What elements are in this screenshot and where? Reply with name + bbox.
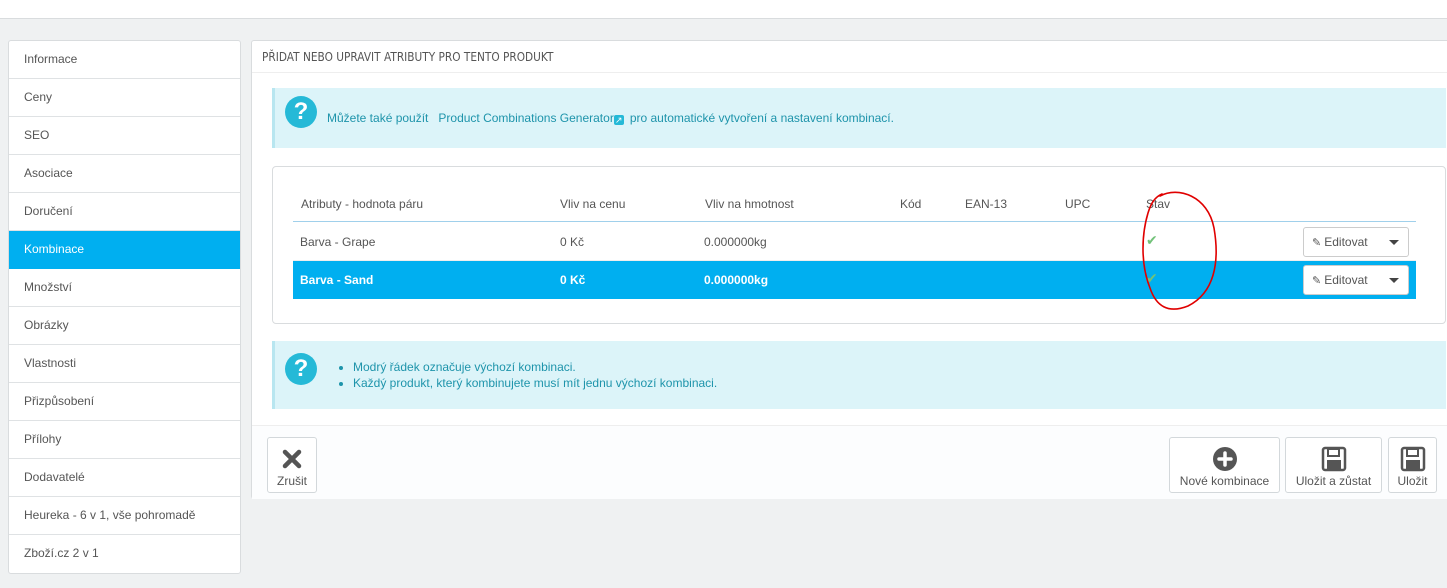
header-upc: UPC <box>1065 197 1091 211</box>
plus-circle-icon <box>1170 444 1279 474</box>
table-row[interactable]: Barva - Grape 0 Kč 0.000000kg ✔ ✎ Editova… <box>293 223 1416 261</box>
info-text-after: pro automatické vytvoření a nastavení ko… <box>629 111 894 125</box>
header-attributes: Atributy - hodnota páru <box>301 197 424 211</box>
sidebar-item-obrazky[interactable]: Obrázky <box>9 307 240 345</box>
floppy-disk-icon <box>1389 444 1436 474</box>
save-button-label: Uložit <box>1397 474 1428 488</box>
new-combination-label: Nové kombinace <box>1179 474 1270 488</box>
edit-button-label: Editovat <box>1324 273 1368 287</box>
sidebar-item-dodavatele[interactable]: Dodavatelé <box>9 459 240 497</box>
cell-price-impact: 0 Kč <box>560 273 586 287</box>
sidebar-item-seo[interactable]: SEO <box>9 117 240 155</box>
info-alert-generator: ? Můžete také použít Product Combinations… <box>272 88 1446 148</box>
info-alert-default: ? Modrý řádek označuje výchozí kombinaci… <box>272 341 1446 409</box>
edit-button[interactable]: ✎ Editovat <box>1304 228 1381 256</box>
external-link-icon: ↗ <box>613 115 624 125</box>
sidebar-item-prizpusobeni[interactable]: Přizpůsobení <box>9 383 240 421</box>
info-list-item: Modrý řádek označuje výchozí kombinaci. <box>353 360 717 374</box>
edit-button-label: Editovat <box>1324 235 1368 249</box>
top-bar <box>0 0 1447 19</box>
edit-button-group: ✎ Editovat <box>1303 227 1409 257</box>
cell-attributes: Barva - Grape <box>300 235 376 249</box>
header-code: Kód <box>900 197 922 211</box>
combinations-generator-link[interactable]: Product Combinations Generator↗ <box>438 111 624 125</box>
floppy-disk-icon <box>1286 444 1381 474</box>
sidebar-item-ceny[interactable]: Ceny <box>9 79 240 117</box>
sidebar-item-mnozstvi[interactable]: Množství <box>9 269 240 307</box>
panel-footer: Zrušit Nové kombinace Uložit a zůstat Ul… <box>252 425 1447 499</box>
info-alert-text: Můžete také použít Product Combinations G… <box>327 111 894 125</box>
info-list-item: Každý produkt, který kombinujete musí mí… <box>353 376 717 390</box>
pencil-icon: ✎ <box>1312 275 1322 287</box>
header-price-impact: Vliv na cenu <box>560 197 626 211</box>
table-row-default[interactable]: Barva - Sand 0 Kč 0.000000kg ✔ ✎ Editovat <box>293 261 1416 299</box>
sidebar-item-zbozi[interactable]: Zboží.cz 2 v 1 <box>9 535 240 573</box>
combinations-generator-link-label: Product Combinations Generator <box>438 111 614 125</box>
save-and-stay-label: Uložit a zůstat <box>1295 474 1372 488</box>
combinations-panel: PŘIDAT NEBO UPRAVIT ATRIBUTY PRO TENTO P… <box>251 40 1447 499</box>
cell-price-impact: 0 Kč <box>560 235 585 249</box>
product-tabs-sidebar: Informace Ceny SEO Asociace Doručení Kom… <box>8 40 241 574</box>
close-icon <box>268 444 316 474</box>
cancel-button[interactable]: Zrušit <box>267 437 317 493</box>
sidebar-item-asociace[interactable]: Asociace <box>9 155 240 193</box>
cell-attributes: Barva - Sand <box>300 273 374 287</box>
info-text-before: Můžete také použít <box>327 111 429 125</box>
info-list: Modrý řádek označuje výchozí kombinaci. … <box>353 360 717 392</box>
header-ean13: EAN-13 <box>965 197 1008 211</box>
question-circle-icon: ? <box>285 353 317 385</box>
combinations-table: Atributy - hodnota páru Vliv na cenu Vli… <box>272 166 1446 324</box>
sidebar-item-prilohy[interactable]: Přílohy <box>9 421 240 459</box>
sidebar-item-heureka[interactable]: Heureka - 6 v 1, vše pohromadě <box>9 497 240 535</box>
save-and-stay-button[interactable]: Uložit a zůstat <box>1285 437 1382 493</box>
cell-weight-impact: 0.000000kg <box>704 273 769 287</box>
header-weight-impact: Vliv na hmotnost <box>705 197 794 211</box>
table-header: Atributy - hodnota páru Vliv na cenu Vli… <box>293 197 1416 222</box>
edit-button-group: ✎ Editovat <box>1303 265 1409 295</box>
sidebar-item-vlastnosti[interactable]: Vlastnosti <box>9 345 240 383</box>
red-circle-annotation <box>1142 191 1217 310</box>
cancel-button-label: Zrušit <box>277 474 307 488</box>
cell-weight-impact: 0.000000kg <box>704 235 767 249</box>
new-combination-button[interactable]: Nové kombinace <box>1169 437 1280 493</box>
pencil-icon: ✎ <box>1312 237 1322 249</box>
caret-down-icon[interactable] <box>1389 278 1399 283</box>
question-circle-icon: ? <box>285 96 317 128</box>
edit-button[interactable]: ✎ Editovat <box>1304 266 1381 294</box>
panel-title: PŘIDAT NEBO UPRAVIT ATRIBUTY PRO TENTO P… <box>262 50 554 64</box>
caret-down-icon[interactable] <box>1389 240 1399 245</box>
save-button[interactable]: Uložit <box>1388 437 1437 493</box>
sidebar-item-kombinace[interactable]: Kombinace <box>9 231 240 269</box>
sidebar-item-doruceni[interactable]: Doručení <box>9 193 240 231</box>
divider <box>252 72 1447 73</box>
sidebar-item-informace[interactable]: Informace <box>9 41 240 79</box>
